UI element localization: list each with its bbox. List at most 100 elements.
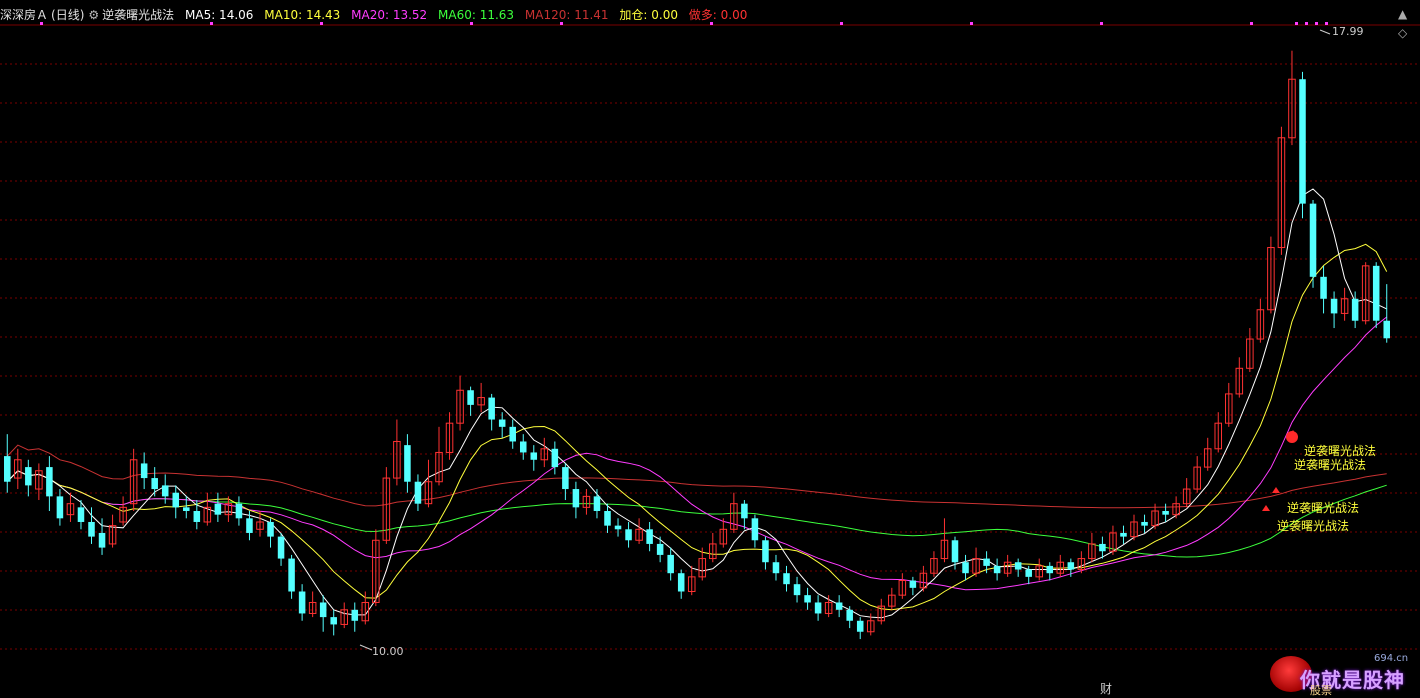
candle-body xyxy=(214,503,222,515)
candle-body xyxy=(551,448,559,468)
ma20-line xyxy=(6,316,1388,591)
candle-body xyxy=(193,511,201,522)
candle-body xyxy=(351,609,359,621)
candle-body xyxy=(1025,569,1032,577)
candle-body xyxy=(161,485,169,497)
high-arrow xyxy=(1319,29,1331,35)
watermark-domain: 694.cn xyxy=(1374,653,1409,664)
candle-body xyxy=(604,511,611,526)
candle-body xyxy=(625,529,632,541)
candle-body xyxy=(246,518,253,533)
candle-body xyxy=(1014,562,1022,570)
candle-body xyxy=(183,507,190,511)
signal-dot xyxy=(470,22,473,25)
candle-body xyxy=(993,565,1001,574)
candle-body xyxy=(56,496,64,519)
candle-body xyxy=(656,543,664,555)
candle-body xyxy=(751,518,759,541)
candle-body xyxy=(98,532,106,548)
candle-body xyxy=(235,503,243,519)
candle-body xyxy=(814,602,822,614)
signal-dot xyxy=(560,22,563,25)
buy-arrow-icon xyxy=(1272,487,1280,493)
candle-body xyxy=(519,441,527,453)
high-price-label: 17.99 xyxy=(1332,25,1364,38)
candle-body xyxy=(1351,298,1359,321)
candle-body xyxy=(835,602,843,610)
candle-body xyxy=(793,584,801,596)
candle-body xyxy=(319,602,327,618)
candle-body xyxy=(1162,511,1169,515)
candle-body xyxy=(530,452,538,460)
candle-body xyxy=(1320,276,1327,299)
candle-body xyxy=(677,573,685,592)
ma10-line xyxy=(6,243,1388,611)
candle-body xyxy=(404,445,411,482)
signal-dot xyxy=(1315,22,1318,25)
candle-body xyxy=(88,521,95,537)
candle-body xyxy=(1099,543,1106,552)
candle-body xyxy=(509,426,516,442)
candle-body xyxy=(856,620,864,632)
signal-dot xyxy=(210,22,213,25)
candle-body xyxy=(1141,521,1148,526)
candle-body xyxy=(562,467,569,490)
candle-body xyxy=(983,558,990,566)
candle-body xyxy=(77,507,85,522)
candle-body xyxy=(1330,298,1338,314)
signal-label: 逆袭曙光战法 xyxy=(1294,458,1367,472)
candle-body xyxy=(804,595,811,603)
candle-body xyxy=(783,573,790,585)
candle-body xyxy=(1120,532,1127,537)
candle-body xyxy=(25,467,32,486)
candle-body xyxy=(498,419,506,427)
candle-body xyxy=(467,390,474,405)
signal-dot xyxy=(1250,22,1253,25)
low-price-label: 10.00 xyxy=(372,645,404,658)
candle-body xyxy=(1046,565,1054,574)
candle-body xyxy=(151,478,158,490)
signal-dot xyxy=(710,22,713,25)
candle-body xyxy=(414,481,422,504)
signal-label: 逆袭曙光战法 xyxy=(1287,501,1360,515)
signal-dot xyxy=(1295,22,1298,25)
candle-body xyxy=(951,540,959,563)
candle-body xyxy=(330,617,337,625)
candle-body xyxy=(962,562,969,574)
candle-body xyxy=(772,562,780,574)
candle-body xyxy=(909,580,917,588)
candle-body xyxy=(298,591,306,614)
candle-body xyxy=(741,503,748,519)
candle-body xyxy=(593,496,601,511)
candle-body xyxy=(46,467,53,497)
candle-body xyxy=(1383,320,1390,339)
candle-body xyxy=(267,521,274,537)
candle-body xyxy=(572,489,580,508)
buy-arrow-icon xyxy=(1262,505,1270,511)
candle-body xyxy=(1299,79,1306,204)
candle-body xyxy=(646,529,653,544)
candle-body xyxy=(288,558,295,592)
signal-dot xyxy=(320,22,323,25)
candle-body xyxy=(4,456,11,482)
candlestick-chart[interactable] xyxy=(0,0,1420,696)
candle-body xyxy=(277,536,285,559)
signal-dot xyxy=(1305,22,1308,25)
candle-body xyxy=(1067,562,1075,570)
candle-body xyxy=(614,525,622,530)
candle-body xyxy=(1372,265,1380,321)
ma5-line xyxy=(6,188,1387,619)
signal-label: 逆袭曙光战法 xyxy=(1277,519,1350,533)
signal-dot xyxy=(1325,22,1328,25)
signal-dot xyxy=(970,22,973,25)
candle-body xyxy=(140,463,148,479)
signal-dot xyxy=(840,22,843,25)
candle-body xyxy=(172,492,180,508)
finance-marker[interactable]: 财 xyxy=(1100,680,1112,697)
candle-body xyxy=(762,540,769,563)
candle-body xyxy=(667,554,674,574)
signal-dot xyxy=(40,22,43,25)
signal-badge-icon xyxy=(1286,431,1298,443)
candle-body xyxy=(846,609,853,621)
signal-dot xyxy=(1100,22,1103,25)
